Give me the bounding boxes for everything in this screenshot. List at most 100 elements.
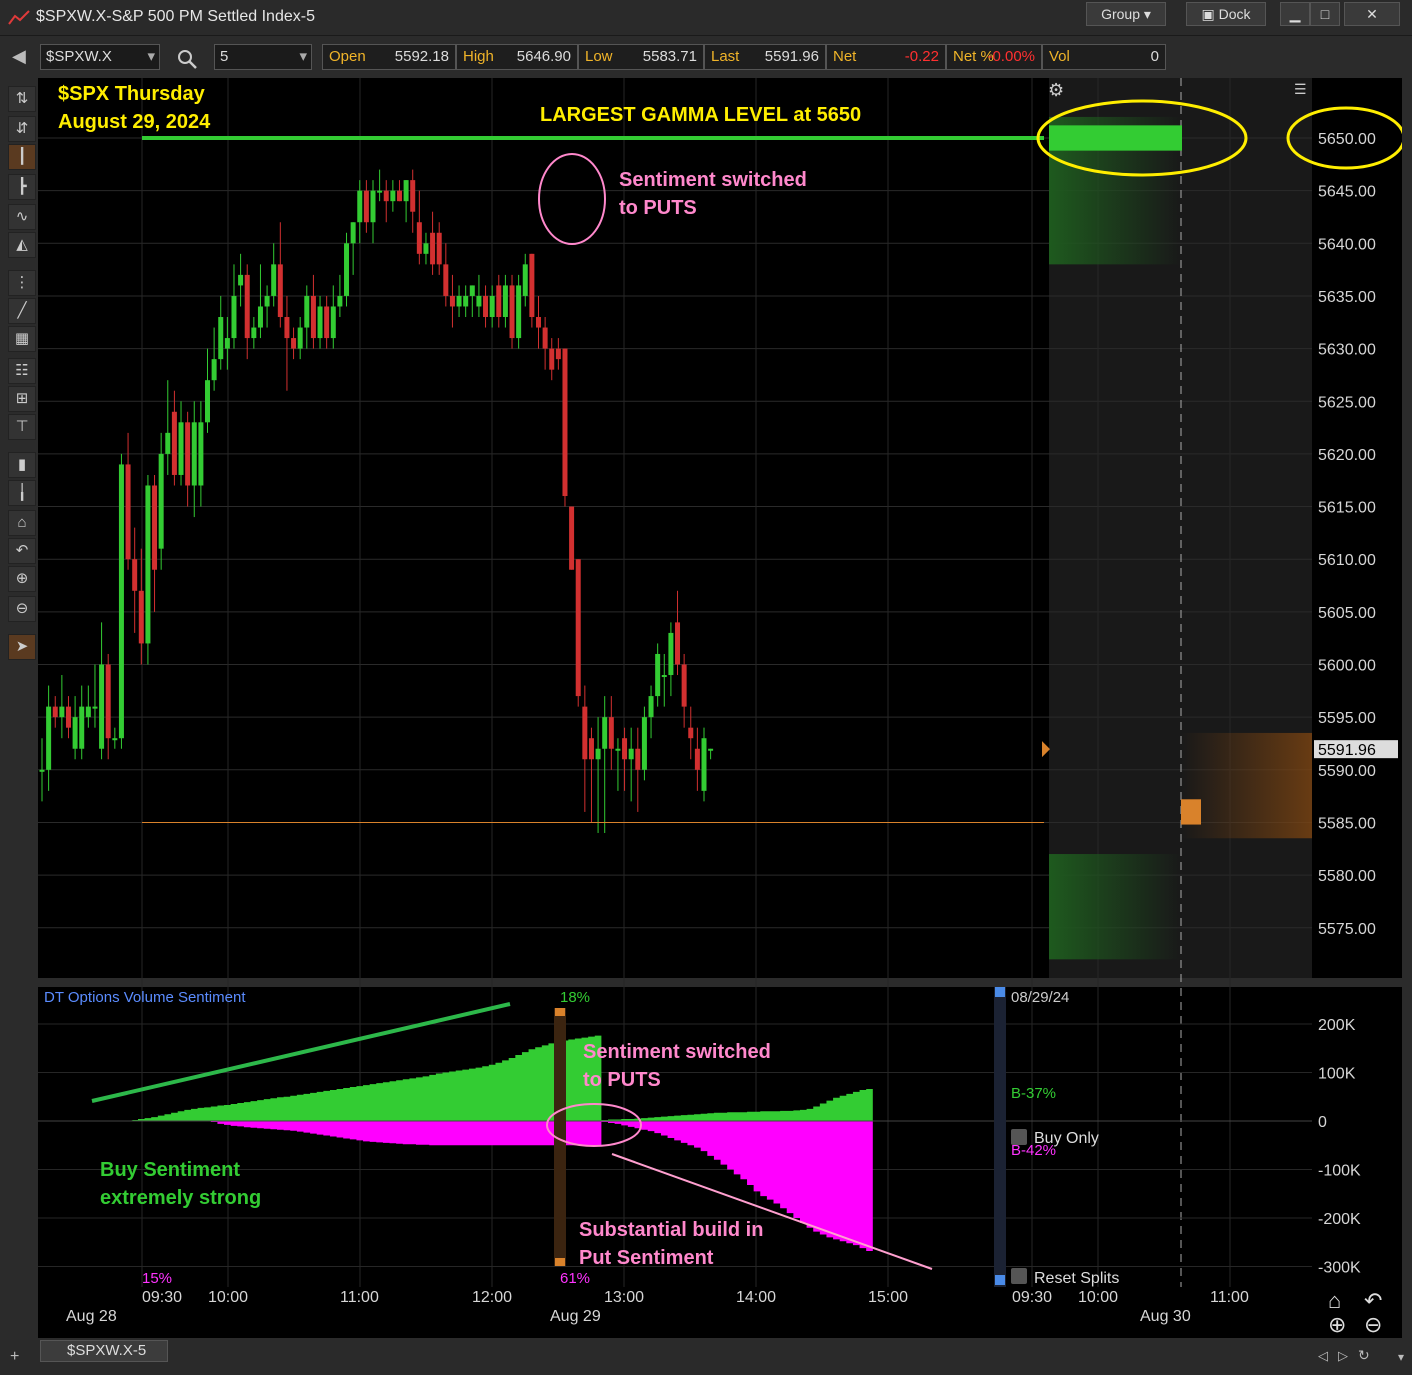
quote-label: Low bbox=[585, 48, 613, 65]
zoom-out-icon: ⊖ bbox=[1364, 1312, 1382, 1337]
sentiment-tick-label: -200K bbox=[1318, 1211, 1361, 1228]
undo-icon: ↶ bbox=[1364, 1288, 1382, 1313]
price-axis[interactable] bbox=[1312, 78, 1402, 978]
undo-icon[interactable]: ↶ bbox=[8, 538, 36, 564]
gamma-zone-lower bbox=[1049, 854, 1181, 960]
candle-body bbox=[549, 348, 555, 370]
interval-select[interactable]: 5 ▾ bbox=[214, 44, 312, 70]
trendline-tool-icon[interactable]: ╱ bbox=[8, 298, 36, 324]
time-tick-label: 10:00 bbox=[1078, 1289, 1118, 1306]
candle-body bbox=[443, 264, 449, 296]
tab-spxw-5[interactable]: $SPXW.X-5 bbox=[40, 1340, 168, 1362]
price-tick-label: 5580.00 bbox=[1318, 868, 1376, 885]
price-tick-label: 5615.00 bbox=[1318, 500, 1376, 517]
cursor-tool-icon[interactable]: ⇵ bbox=[8, 116, 36, 142]
zoom-in-icon[interactable]: ⊕ bbox=[8, 566, 36, 592]
bar-style-icon[interactable]: ┣ bbox=[8, 174, 36, 200]
tab-scroll-right-icon[interactable]: ▷ bbox=[1338, 1348, 1348, 1364]
annotation-buy-2: extremely strong bbox=[100, 1187, 261, 1209]
candle-style-icon[interactable]: ┃ bbox=[8, 144, 36, 170]
chart-area[interactable]: 5650.00 5645.00 5640.00 5635.00 5630.00 5625.… bbox=[38, 78, 1402, 1338]
candle-body bbox=[191, 422, 197, 486]
symbol-input[interactable]: $SPXW.X ▾ bbox=[40, 44, 160, 70]
candle-body bbox=[277, 264, 283, 318]
time-tick-label: 10:00 bbox=[208, 1289, 248, 1306]
time-tick-label: 09:30 bbox=[1012, 1289, 1052, 1306]
tab-scroll-left-icon[interactable]: ◁ bbox=[1318, 1348, 1328, 1364]
right-split-top bbox=[995, 987, 1005, 997]
table-tool-icon[interactable]: ☷ bbox=[8, 358, 36, 384]
dock-button[interactable]: ▣ Dock bbox=[1186, 2, 1266, 26]
quote-value: 5592.18 bbox=[394, 48, 449, 65]
refresh-icon[interactable]: ↻ bbox=[1358, 1347, 1370, 1364]
candle-body bbox=[383, 190, 389, 202]
pointer-tool-icon[interactable]: ➤ bbox=[8, 634, 36, 660]
price-tick-label: 5620.00 bbox=[1318, 447, 1376, 464]
horizontal-line-icon[interactable]: ⊤ bbox=[8, 414, 36, 440]
sentiment-tick-label: -100K bbox=[1318, 1163, 1361, 1180]
home-icon[interactable]: ⌂ bbox=[8, 510, 36, 536]
line-style-icon[interactable]: ∿ bbox=[8, 204, 36, 230]
candle-body bbox=[65, 706, 71, 728]
candle-body bbox=[158, 453, 164, 549]
candle-body bbox=[185, 422, 191, 486]
chevron-down-icon: ▾ bbox=[1143, 6, 1151, 22]
candle-body bbox=[476, 295, 482, 307]
price-tick-label: 5635.00 bbox=[1318, 289, 1376, 306]
fibonacci-tool-icon[interactable]: ⋮ bbox=[8, 270, 36, 296]
back-arrow-icon[interactable]: ◀ bbox=[12, 46, 26, 67]
candle-body bbox=[595, 748, 601, 760]
scroll-left-icon[interactable]: ▮ bbox=[8, 452, 36, 478]
crosshair-tool-icon[interactable]: ⇅ bbox=[8, 86, 36, 112]
close-button[interactable]: ✕ bbox=[1344, 2, 1400, 26]
price-tick-label: 5630.00 bbox=[1318, 342, 1376, 359]
candle-body bbox=[555, 348, 561, 360]
date-tick-label: Aug 28 bbox=[66, 1308, 117, 1325]
quote-vol: Vol 0 bbox=[1042, 44, 1166, 70]
candle-body bbox=[681, 664, 687, 707]
layout-tool-icon[interactable]: ⊞ bbox=[8, 386, 36, 412]
add-tab-icon[interactable]: + bbox=[10, 1348, 19, 1366]
split-top-pct: 18% bbox=[560, 989, 590, 1006]
group-dropdown[interactable]: Group ▾ bbox=[1086, 2, 1166, 26]
quote-value: -0.22 bbox=[904, 48, 939, 65]
quote-low: Low 5583.71 bbox=[578, 44, 704, 70]
candle-body bbox=[211, 359, 217, 381]
candle-body bbox=[641, 717, 647, 770]
price-tick-label: 5645.00 bbox=[1318, 184, 1376, 201]
buy-ratio: B-37% bbox=[1011, 1085, 1056, 1102]
candle-body bbox=[238, 274, 244, 286]
annotation-put-1: Substantial build in bbox=[579, 1219, 763, 1241]
candle bbox=[145, 474, 151, 665]
maximize-button[interactable]: □ bbox=[1310, 2, 1340, 26]
grid-tool-icon[interactable]: ▦ bbox=[8, 326, 36, 352]
minimize-button[interactable]: ▁ bbox=[1280, 2, 1310, 26]
gear-icon bbox=[1011, 1129, 1027, 1145]
candle-body bbox=[694, 748, 700, 770]
candle-body bbox=[138, 590, 144, 644]
time-tick-label: 13:00 bbox=[604, 1289, 644, 1306]
time-tick-label: 11:00 bbox=[1210, 1289, 1249, 1306]
candle-body bbox=[178, 422, 184, 475]
dock-label: Dock bbox=[1218, 6, 1251, 22]
candle-body bbox=[357, 190, 363, 223]
search-icon[interactable] bbox=[176, 48, 198, 70]
right-split-bottom bbox=[995, 1275, 1005, 1285]
window-title: $SPXW.X-S&P 500 PM Settled Index-5 bbox=[36, 8, 315, 25]
candle-body bbox=[449, 295, 455, 307]
symbol-value: $SPXW.X bbox=[46, 48, 112, 65]
candle-body bbox=[575, 559, 581, 697]
price-tick-label: 5590.00 bbox=[1318, 763, 1376, 780]
candle-body bbox=[615, 748, 621, 751]
candle-body bbox=[588, 738, 594, 760]
area-style-icon[interactable]: ◭ bbox=[8, 232, 36, 258]
menu-icon[interactable]: ▾ bbox=[1398, 1350, 1404, 1364]
zoom-out-icon[interactable]: ⊖ bbox=[8, 596, 36, 622]
quote-label: High bbox=[463, 48, 494, 65]
date-tick-label: Aug 29 bbox=[550, 1308, 601, 1325]
time-tick-label: 15:00 bbox=[868, 1289, 908, 1306]
candle-body bbox=[648, 696, 654, 718]
scroll-right-icon[interactable]: ╽ bbox=[8, 480, 36, 506]
candle-body bbox=[59, 706, 65, 718]
chevron-down-icon: ▾ bbox=[147, 48, 155, 65]
